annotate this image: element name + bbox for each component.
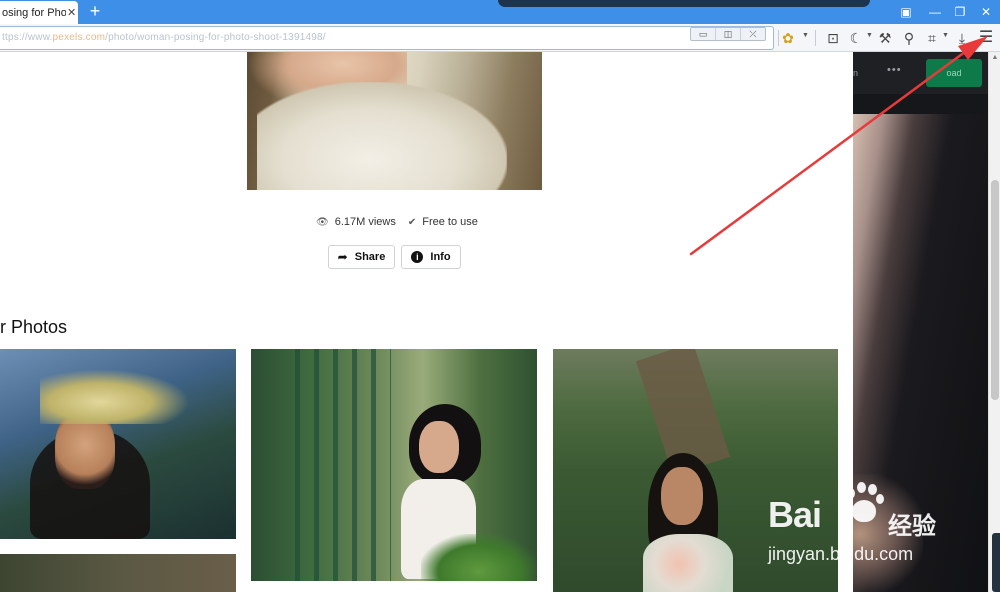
watermark-url: jingyan.baidu.com bbox=[768, 544, 914, 564]
watermark-logo: Bai bbox=[768, 494, 822, 535]
address-host: pexels.com bbox=[52, 32, 106, 43]
chevron-down-icon[interactable]: ▼ bbox=[942, 32, 949, 39]
more-options-icon[interactable]: ••• bbox=[887, 64, 902, 76]
scroll-thumb[interactable] bbox=[991, 180, 999, 400]
dark-panel-text: n bbox=[853, 68, 859, 78]
share-button[interactable]: ➦ Share bbox=[328, 245, 395, 269]
search-icon[interactable]: ⚲ bbox=[900, 30, 918, 46]
baidu-watermark: Bai 经验 jingyan.baidu.com bbox=[760, 482, 980, 568]
crop-icon[interactable]: ⌗ bbox=[923, 30, 941, 46]
license-text: Free to use bbox=[422, 216, 478, 228]
browser-tab[interactable]: osing for Photo ✕ bbox=[0, 1, 78, 24]
chevron-down-icon[interactable]: ▼ bbox=[802, 32, 809, 39]
tab-bar: osing for Photo ✕ + ▣ — ❐ ✕ bbox=[0, 0, 1000, 24]
pip-window-icon[interactable]: ◫ bbox=[716, 28, 741, 40]
page-scrollbar[interactable]: ▲ ▼ bbox=[988, 52, 1000, 592]
photo-detail bbox=[257, 82, 507, 190]
pip-minimize-icon[interactable]: ▭ bbox=[691, 28, 716, 40]
eye-icon: 👁 bbox=[316, 216, 329, 228]
related-photo[interactable] bbox=[251, 349, 537, 581]
photo-stats: 👁 6.17M views ✔ Free to use bbox=[316, 216, 478, 228]
related-photo[interactable] bbox=[0, 349, 236, 539]
scroll-up-icon[interactable]: ▲ bbox=[989, 52, 1000, 64]
extension-icon[interactable]: ✿ bbox=[779, 30, 797, 46]
info-label: Info bbox=[430, 251, 451, 263]
sidebar-toggle-icon[interactable]: ▣ bbox=[897, 3, 915, 21]
tab-close-icon[interactable]: ✕ bbox=[67, 6, 76, 19]
address-bar[interactable]: ttps://www.pexels.com/photo/woman-posing… bbox=[0, 26, 774, 50]
watermark-cn: 经验 bbox=[888, 513, 936, 540]
share-label: Share bbox=[354, 251, 386, 263]
check-icon: ✔ bbox=[407, 216, 417, 228]
download-button[interactable]: oad bbox=[926, 59, 982, 87]
section-title: r Photos bbox=[0, 317, 68, 337]
new-tab-button[interactable]: + bbox=[86, 2, 104, 20]
toolbar-separator bbox=[815, 30, 816, 46]
photo-detail bbox=[40, 369, 190, 424]
info-icon: i bbox=[411, 251, 424, 263]
paw-icon bbox=[840, 480, 886, 532]
address-prefix: ttps://www. bbox=[2, 32, 53, 43]
main-photo[interactable] bbox=[247, 52, 542, 190]
restore-icon[interactable]: ❐ bbox=[951, 3, 969, 21]
photo-detail bbox=[643, 534, 733, 592]
side-widget[interactable] bbox=[992, 533, 1000, 592]
photo-detail bbox=[281, 349, 391, 581]
chevron-down-icon[interactable]: ▼ bbox=[866, 32, 873, 39]
download-icon[interactable]: ⤓ bbox=[953, 30, 971, 46]
photo-detail bbox=[661, 467, 703, 525]
address-path: /photo/woman-posing-for-photo-shoot-1391… bbox=[105, 32, 326, 43]
minimize-icon[interactable]: — bbox=[926, 3, 944, 21]
tools-icon[interactable]: ⚒ bbox=[876, 30, 894, 46]
tab-title: osing for Photo bbox=[2, 6, 66, 19]
tab-bar-decoration bbox=[498, 0, 870, 7]
share-icon: ➦ bbox=[337, 250, 348, 264]
address-url: ttps://www.pexels.com/photo/woman-posing… bbox=[2, 32, 326, 43]
menu-icon[interactable]: ☰ bbox=[977, 30, 995, 46]
dark-panel-header: n ••• oad bbox=[853, 52, 988, 94]
video-controls: ▭ ◫ ⤫ bbox=[690, 27, 766, 41]
photo-detail bbox=[419, 421, 459, 473]
screenshot-icon[interactable]: ⊡ bbox=[824, 30, 842, 46]
photo-detail bbox=[421, 534, 537, 581]
views-count: 6.17M views bbox=[334, 216, 396, 228]
info-button[interactable]: i Info bbox=[401, 245, 461, 269]
night-mode-icon[interactable]: ☾ bbox=[847, 30, 865, 46]
related-photo[interactable] bbox=[0, 554, 236, 592]
close-window-icon[interactable]: ✕ bbox=[977, 3, 995, 21]
pip-close-icon[interactable]: ⤫ bbox=[741, 28, 765, 40]
